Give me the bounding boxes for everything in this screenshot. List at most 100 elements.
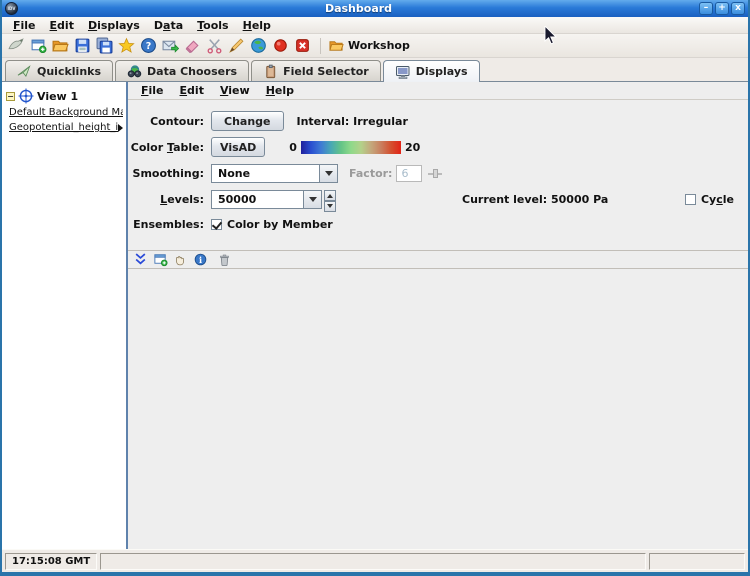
- favorites-star-icon: [118, 37, 135, 54]
- current-level-text: Current level: 50000 Pa: [462, 193, 608, 206]
- smoothing-value: None: [212, 165, 319, 182]
- menu-data[interactable]: Data: [147, 19, 190, 32]
- levels-combobox[interactable]: 50000: [211, 190, 322, 209]
- contour-controls: Contour: Change Interval: Irregular Colo…: [128, 100, 748, 269]
- status-bar: 17:15:08 GMT: [2, 549, 748, 572]
- tree-item-label: Default Background Maps: [9, 107, 123, 118]
- display-menubar: File Edit View Help: [128, 82, 748, 100]
- info-icon: i: [194, 253, 207, 266]
- save-as-icon: [96, 37, 113, 54]
- tree-node-view1[interactable]: − View 1: [2, 87, 126, 105]
- stop-icon: [294, 37, 311, 54]
- workshop-button[interactable]: Workshop: [329, 38, 410, 53]
- favorites-button[interactable]: [117, 36, 136, 55]
- smoothing-label: Smoothing:: [128, 167, 204, 180]
- collapse-toggle-icon[interactable]: −: [6, 92, 15, 101]
- save-button[interactable]: [73, 36, 92, 55]
- open-folder-button[interactable]: [51, 36, 70, 55]
- pencil-button[interactable]: [227, 36, 246, 55]
- view-crosshair-icon: [18, 88, 34, 104]
- info-button[interactable]: i: [192, 252, 208, 268]
- paper-plane-icon: [17, 64, 32, 79]
- display-menu-view[interactable]: View: [213, 84, 257, 97]
- color-by-member-checkbox[interactable]: [211, 219, 222, 230]
- tab-quicklinks[interactable]: Quicklinks: [5, 60, 113, 81]
- title-bar[interactable]: IDV Dashboard – + x: [2, 0, 748, 17]
- levels-spinner-up[interactable]: [324, 190, 336, 201]
- quicklink-sketch-button[interactable]: [7, 36, 26, 55]
- maximize-button[interactable]: +: [715, 2, 729, 15]
- globe-button[interactable]: [249, 36, 268, 55]
- colorbar-min-label: 0: [289, 141, 297, 154]
- menu-file[interactable]: File: [6, 19, 43, 32]
- quicklink-sketch-icon: [8, 37, 25, 54]
- status-message-area: [100, 553, 646, 570]
- hand-icon: [173, 253, 187, 267]
- binoculars-icon: [127, 64, 142, 79]
- save-icon: [74, 37, 91, 54]
- menu-tools[interactable]: Tools: [190, 19, 235, 32]
- globe-icon: [250, 37, 267, 54]
- main-menubar: File Edit Displays Data Tools Help: [2, 17, 748, 34]
- tab-displays-label: Displays: [416, 65, 468, 78]
- help-button[interactable]: ?: [139, 36, 158, 55]
- send-email-button[interactable]: [161, 36, 180, 55]
- color-by-member-label: Color by Member: [227, 218, 333, 231]
- color-table-visad-button[interactable]: VisAD: [211, 137, 265, 157]
- tab-field-selector[interactable]: Field Selector: [251, 60, 381, 81]
- display-menu-file[interactable]: File: [134, 84, 171, 97]
- record-button[interactable]: [271, 36, 290, 55]
- open-folder-icon: [52, 37, 69, 54]
- submenu-arrow-icon: [118, 124, 123, 132]
- tab-displays[interactable]: Displays: [383, 60, 480, 82]
- new-window-button[interactable]: [29, 36, 48, 55]
- color-by-member-group[interactable]: Color by Member: [211, 218, 333, 231]
- stop-button[interactable]: [293, 36, 312, 55]
- view-tree-panel: − View 1 Default Background Maps Geopote…: [2, 82, 128, 549]
- undock-window-icon: [153, 252, 168, 267]
- trash-icon: [218, 253, 231, 267]
- clipboard-icon: [263, 64, 278, 79]
- menu-edit[interactable]: Edit: [43, 19, 81, 32]
- main-area: − View 1 Default Background Maps Geopote…: [2, 81, 748, 549]
- save-as-button[interactable]: [95, 36, 114, 55]
- cut-button[interactable]: [205, 36, 224, 55]
- move-button[interactable]: [172, 252, 188, 268]
- collapse-button[interactable]: [132, 252, 148, 268]
- color-bar: [301, 141, 401, 154]
- menu-help[interactable]: Help: [236, 19, 278, 32]
- menu-displays[interactable]: Displays: [81, 19, 147, 32]
- minimize-button[interactable]: –: [699, 2, 713, 15]
- display-menu-edit[interactable]: Edit: [173, 84, 211, 97]
- tree-item-geopotential-height[interactable]: Geopotential_height_is.: [2, 120, 126, 135]
- levels-label: Levels:: [128, 193, 204, 206]
- levels-dropdown-arrow[interactable]: [303, 191, 321, 208]
- undock-button[interactable]: [152, 252, 168, 268]
- help-icon: ?: [140, 37, 157, 54]
- remove-button[interactable]: [216, 252, 232, 268]
- send-email-icon: [162, 37, 179, 54]
- clock-display: 17:15:08 GMT: [5, 553, 97, 570]
- window-title: Dashboard: [18, 2, 699, 15]
- cycle-checkbox-group[interactable]: Cycle: [685, 193, 734, 206]
- mouse-cursor: [544, 26, 557, 46]
- colorbar-max-label: 20: [405, 141, 420, 154]
- toolbar-separator: [320, 38, 321, 54]
- smoothing-combobox[interactable]: None: [211, 164, 338, 183]
- display-menu-help[interactable]: Help: [259, 84, 301, 97]
- smoothing-dropdown-arrow[interactable]: [319, 165, 337, 182]
- eraser-button[interactable]: [183, 36, 202, 55]
- contour-change-button[interactable]: Change: [211, 111, 284, 131]
- cycle-checkbox[interactable]: [685, 194, 696, 205]
- tab-quicklinks-label: Quicklinks: [37, 65, 101, 78]
- close-button[interactable]: x: [731, 2, 745, 15]
- tree-item-default-background-maps[interactable]: Default Background Maps: [2, 105, 126, 120]
- cut-scissors-icon: [206, 37, 223, 54]
- levels-spinner-down[interactable]: [324, 201, 336, 212]
- ensembles-row: Ensembles: Color by Member: [128, 212, 748, 236]
- eraser-icon: [184, 37, 201, 54]
- tab-data-choosers[interactable]: Data Choosers: [115, 60, 249, 81]
- display-control-panel: File Edit View Help Contour: Change Inte…: [128, 82, 748, 549]
- tab-field-selector-label: Field Selector: [283, 65, 369, 78]
- main-toolbar: ? Workshop: [2, 34, 748, 58]
